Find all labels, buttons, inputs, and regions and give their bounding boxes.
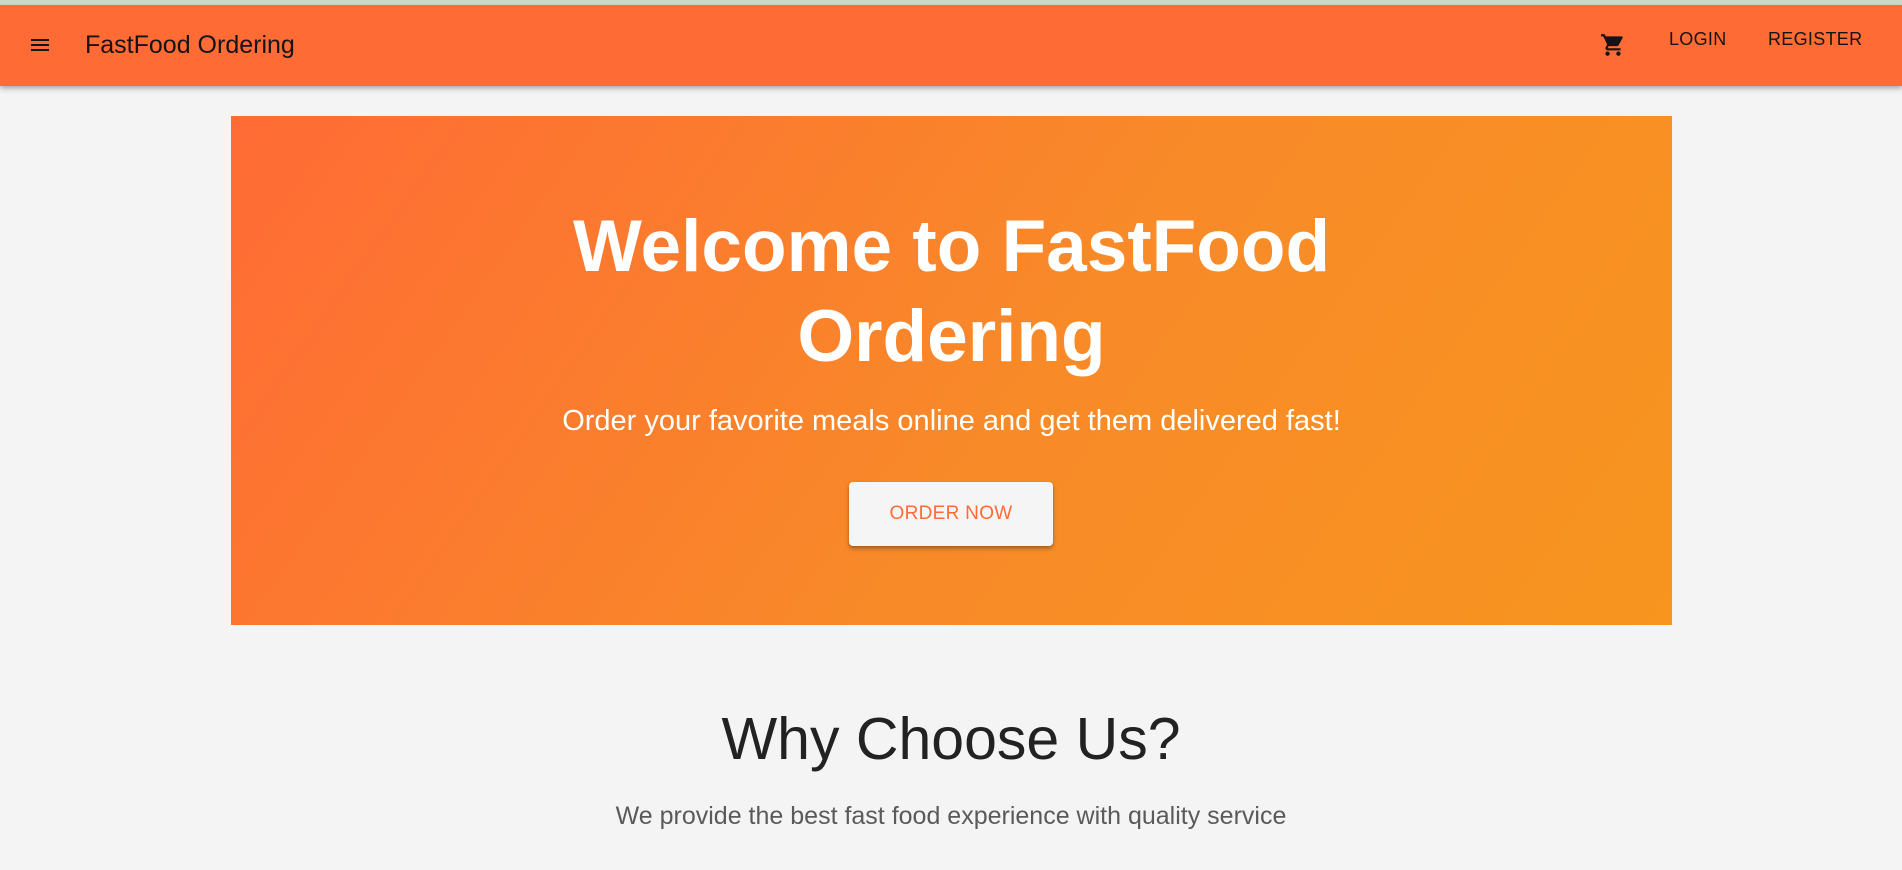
- features-subtitle: We provide the best fast food experience…: [615, 802, 1287, 830]
- menu-button[interactable]: [18, 23, 62, 67]
- hero-subtitle: Order your favorite meals online and get…: [562, 405, 1341, 437]
- app-title[interactable]: FastFood Ordering: [85, 31, 295, 60]
- shopping-cart-icon: [1601, 34, 1623, 56]
- order-now-button[interactable]: ORDER NOW: [849, 482, 1053, 546]
- hero-banner: Welcome to FastFood Ordering Order your …: [231, 116, 1672, 625]
- features-title: Why Choose Us?: [721, 706, 1181, 772]
- hero-title-line-2: Ordering: [797, 296, 1106, 377]
- hero-title-line-1: Welcome to FastFood: [572, 206, 1331, 287]
- cart-button[interactable]: [1591, 23, 1635, 67]
- register-button[interactable]: REGISTER: [1768, 29, 1862, 50]
- menu-icon: [31, 39, 49, 51]
- app-bar: FastFood Ordering LOGIN REGISTER: [0, 5, 1902, 86]
- hero-title: Welcome to FastFood Ordering: [231, 202, 1672, 382]
- login-button[interactable]: LOGIN: [1669, 29, 1727, 50]
